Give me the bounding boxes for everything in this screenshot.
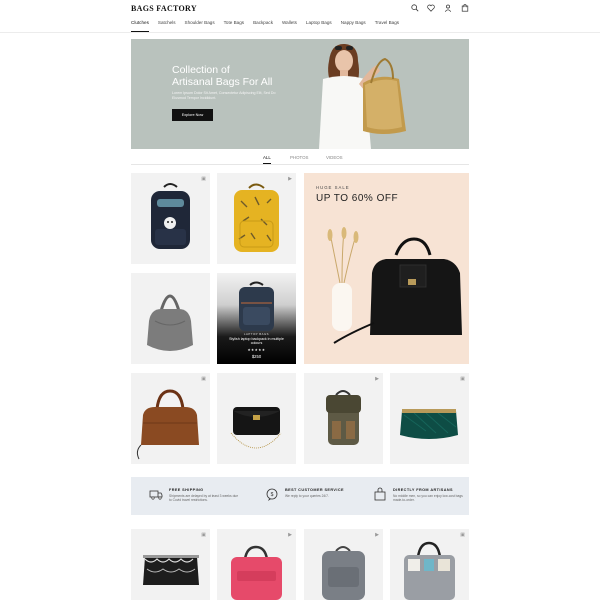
hero-title: Collection of Artisanal Bags For All (172, 64, 312, 88)
store-features-strip: FREE SHIPPING Shipments are delayed by a… (131, 477, 469, 515)
product-tile-grey-hobo-bag[interactable] (131, 273, 210, 364)
brown-satchel-image (136, 389, 199, 460)
grey-diaper-backpack-image (322, 546, 365, 600)
nav-wallets[interactable]: Wallets (282, 20, 297, 32)
tab-videos[interactable]: VIDEOS (326, 155, 343, 160)
nav-tote-bags[interactable]: Tote Bags (224, 20, 244, 32)
featured-category: LAPTOP BAGS (244, 332, 269, 336)
heart-icon[interactable] (426, 4, 436, 14)
product-tile-yellow-backpack[interactable]: ▶ (217, 173, 296, 264)
product-tile-green-clutch[interactable]: ▣ (390, 373, 469, 464)
tab-photos[interactable]: PHOTOS (290, 155, 308, 160)
hero-banner: Collection of Artisanal Bags For All Lor… (131, 39, 469, 149)
hero-title-line1: Collection of (172, 64, 230, 76)
nav-backpack[interactable]: Backpack (253, 20, 273, 32)
nav-laptop-bags[interactable]: Laptop Bags (306, 20, 332, 32)
svg-text:$: $ (271, 492, 274, 498)
feature-title: FREE SHIPPING (169, 488, 204, 492)
olive-rucksack-image (326, 390, 361, 445)
product-tile-brown-satchel[interactable]: ▣ (131, 373, 210, 464)
product-tile-navy-backpack[interactable]: ▣ (131, 173, 210, 264)
hero-subtitle: Lorem Ipsum Dolor Sit Amet, Consectetur … (172, 91, 276, 100)
yellow-backpack-image (234, 183, 279, 252)
pink-bag-image (231, 545, 282, 600)
green-clutch-image (400, 409, 458, 439)
chat-icon: $ (266, 488, 278, 501)
huge-sale-promo[interactable]: HUGE SALE UP TO 60% OFF (304, 173, 469, 364)
media-filter-tabs: ALL PHOTOS VIDEOS (131, 155, 469, 165)
feature-text: We reply to your queries 24/7. (285, 494, 329, 498)
nav-nappy-bags[interactable]: Nappy Bags (341, 20, 366, 32)
site-logo[interactable]: BAGS FACTORY (131, 4, 197, 13)
product-tile-black-crossbody[interactable] (217, 373, 296, 464)
header-divider (0, 32, 600, 33)
feature-title: BEST CUSTOMER SERVICE (285, 488, 344, 492)
hero-title-line2: Artisanal Bags For All (172, 76, 273, 88)
hero-model-image (319, 43, 406, 149)
tab-all[interactable]: ALL (263, 155, 271, 164)
product-tile-pink-bag[interactable]: ▶ (217, 529, 296, 600)
site-header: BAGS FACTORY Clutches Satchels Shoulder … (0, 0, 600, 32)
product-tile-grey-diaper-backpack[interactable]: ▶ (304, 529, 383, 600)
grey-hobo-bag-image (147, 294, 193, 351)
category-nav: Clutches Satchels Shoulder Bags Tote Bag… (131, 20, 408, 32)
product-tile-beaded-clutch[interactable]: ▣ (131, 529, 210, 600)
bag-icon (374, 487, 386, 501)
feature-text: Shipments are delayed by at least 3 week… (169, 494, 239, 503)
nav-shoulder-bags[interactable]: Shoulder Bags (185, 20, 215, 32)
nav-travel-bags[interactable]: Travel Bags (375, 20, 399, 32)
shipping-icon (149, 490, 163, 500)
black-handbag-image (327, 227, 462, 344)
grey-organizer-bag-image (404, 541, 455, 600)
product-tile-olive-rucksack[interactable]: ▶ (304, 373, 383, 464)
feature-text: No middle men, so you can enjoy low-cost… (393, 494, 463, 503)
cart-icon[interactable] (460, 4, 470, 14)
navy-backpack-image (151, 183, 190, 249)
user-icon[interactable] (443, 4, 453, 14)
product-tile-grey-organizer-bag[interactable]: ▣ (390, 529, 469, 600)
search-icon[interactable] (410, 4, 420, 14)
explore-now-button[interactable]: Explore Now (172, 109, 213, 121)
featured-rating-stars: ★★★★★ (247, 348, 266, 352)
nav-satchels[interactable]: Satchels (158, 20, 176, 32)
featured-laptop-backpack-tile[interactable]: LAPTOP BAGS Stylish laptop backpack in m… (217, 273, 296, 364)
featured-product-name[interactable]: Stylish laptop backpack in multiple colo… (227, 337, 286, 346)
black-crossbody-image (230, 407, 282, 449)
nav-clutches[interactable]: Clutches (131, 20, 149, 32)
beaded-clutch-image (143, 555, 199, 585)
feature-title: DIRECTLY FROM ARTISANS (393, 488, 453, 492)
featured-price: $250 (251, 354, 262, 359)
